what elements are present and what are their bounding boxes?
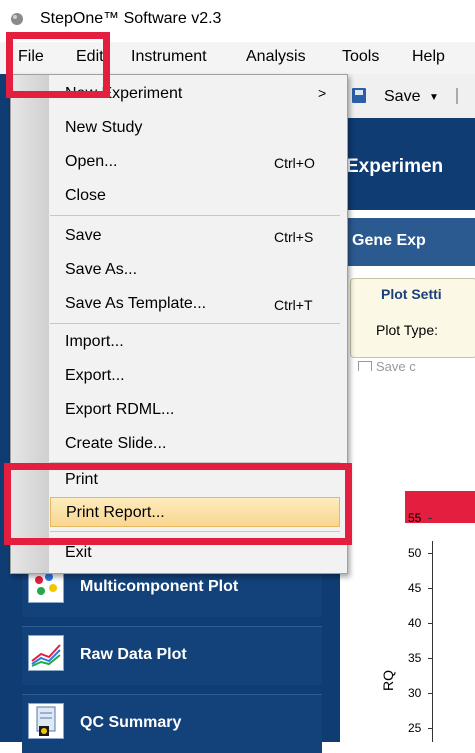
menu-item-save-as[interactable]: Save As... xyxy=(50,255,340,285)
menu-file[interactable]: File xyxy=(18,48,44,66)
menu-item-export[interactable]: Export... xyxy=(50,361,340,391)
menu-item-label: Print xyxy=(65,471,98,488)
raw-data-plot-icon xyxy=(28,635,64,671)
menu-item-shortcut: Ctrl+O xyxy=(274,155,315,171)
y-tick xyxy=(428,728,432,729)
nav-label-qc-summary: QC Summary xyxy=(80,714,182,731)
menu-item-new-study[interactable]: New Study xyxy=(50,113,340,143)
menu-item-close[interactable]: Close xyxy=(50,181,340,211)
menu-item-open[interactable]: Open... Ctrl+O xyxy=(50,147,340,177)
menu-bar: File Edit Instrument Analysis Tools Help xyxy=(0,42,475,74)
menu-separator xyxy=(50,215,340,216)
menu-edit[interactable]: Edit xyxy=(76,48,104,66)
y-tick xyxy=(428,693,432,694)
menu-help[interactable]: Help xyxy=(412,48,445,66)
nav-item-raw-data-plot[interactable]: Raw Data Plot xyxy=(22,626,322,685)
y-tick-label: 25 xyxy=(408,721,422,735)
menu-separator xyxy=(50,323,340,324)
menu-item-shortcut: Ctrl+T xyxy=(274,297,313,313)
toolbar: Save ▼ xyxy=(340,74,475,119)
menu-item-save[interactable]: Save Ctrl+S xyxy=(50,221,340,251)
y-tick-label: 30 xyxy=(408,686,422,700)
toolbar-save-button[interactable]: Save xyxy=(384,88,420,106)
rq-chart: 25 30 35 40 45 50 55 RQ xyxy=(340,371,475,742)
plot-settings-title: Plot Setti xyxy=(381,286,442,302)
menu-item-print[interactable]: Print xyxy=(50,465,340,495)
menu-analysis[interactable]: Analysis xyxy=(246,48,306,66)
menu-item-label: Export... xyxy=(65,367,125,384)
menu-instrument[interactable]: Instrument xyxy=(131,48,207,66)
menu-item-print-report[interactable]: Print Report... xyxy=(50,497,340,527)
stepone-logo-icon xyxy=(11,13,23,25)
menu-item-export-rdml[interactable]: Export RDML... xyxy=(50,395,340,425)
nav-label-multicomponent-plot: Multicomponent Plot xyxy=(80,578,239,595)
save-checkbox[interactable] xyxy=(358,361,372,371)
y-tick-label: 50 xyxy=(408,546,422,560)
y-tick xyxy=(428,658,432,659)
qc-summary-icon xyxy=(28,703,64,739)
save-checkbox-label: Save c xyxy=(376,359,416,371)
menu-item-label: New Experiment xyxy=(65,85,183,102)
menu-tools[interactable]: Tools xyxy=(342,48,379,66)
plot-type-label: Plot Type: xyxy=(376,322,439,338)
nav-item-qc-summary[interactable]: QC Summary xyxy=(22,694,322,753)
menu-item-label: Open... xyxy=(65,153,118,170)
y-tick-label: 35 xyxy=(408,651,422,665)
gene-expression-title: Gene Exp xyxy=(352,232,426,249)
y-tick-label: 45 xyxy=(408,581,422,595)
nav-label-raw-data-plot: Raw Data Plot xyxy=(80,646,187,663)
menu-item-label: Save As Template... xyxy=(65,295,207,312)
y-axis xyxy=(432,541,433,742)
menu-item-import[interactable]: Import... xyxy=(50,327,340,357)
menu-item-create-slide[interactable]: Create Slide... xyxy=(50,429,340,459)
toolbar-separator xyxy=(456,88,458,104)
menu-item-label: Create Slide... xyxy=(65,435,167,452)
menu-item-save-as-template[interactable]: Save As Template... Ctrl+T xyxy=(50,289,340,319)
menu-separator xyxy=(50,531,340,532)
menu-item-label: Import... xyxy=(65,333,124,350)
menu-item-exit[interactable]: Exit xyxy=(50,538,340,568)
menu-item-label: Save xyxy=(65,227,102,244)
chevron-right-icon: > xyxy=(318,85,327,101)
menu-item-label: Print Report... xyxy=(66,504,165,521)
menu-item-label: Save As... xyxy=(65,261,138,278)
experiment-header-title: Experimen xyxy=(346,156,444,177)
floppy-disk-icon[interactable] xyxy=(352,88,366,103)
file-menu-dropdown: New Experiment > New Study Open... Ctrl+… xyxy=(10,74,348,574)
menu-item-label: Exit xyxy=(65,544,92,561)
experiment-header: Experimen xyxy=(340,118,475,210)
y-axis-label: RQ xyxy=(380,670,396,691)
y-tick-label: 40 xyxy=(408,616,422,630)
y-tick xyxy=(428,518,432,519)
save-checkbox-row: Save c xyxy=(348,357,475,371)
window-title: StepOne™ Software v2.3 xyxy=(40,10,222,27)
menu-item-label: New Study xyxy=(65,119,143,136)
y-tick xyxy=(428,623,432,624)
menu-separator xyxy=(50,462,340,463)
chevron-down-icon[interactable]: ▼ xyxy=(429,92,439,103)
y-tick-label: 55 xyxy=(408,511,422,525)
y-tick xyxy=(428,553,432,554)
y-tick xyxy=(428,588,432,589)
menu-item-label: Close xyxy=(65,187,106,204)
menu-item-shortcut: Ctrl+S xyxy=(274,229,314,245)
menu-item-label: Export RDML... xyxy=(65,401,175,418)
plot-settings-panel: Plot Setti Plot Type: xyxy=(350,278,475,358)
title-bar: StepOne™ Software v2.3 xyxy=(0,0,475,40)
menu-item-new-experiment[interactable]: New Experiment > xyxy=(50,79,340,109)
gene-expression-header: Gene Exp xyxy=(340,218,475,266)
menu-gutter xyxy=(11,75,49,573)
